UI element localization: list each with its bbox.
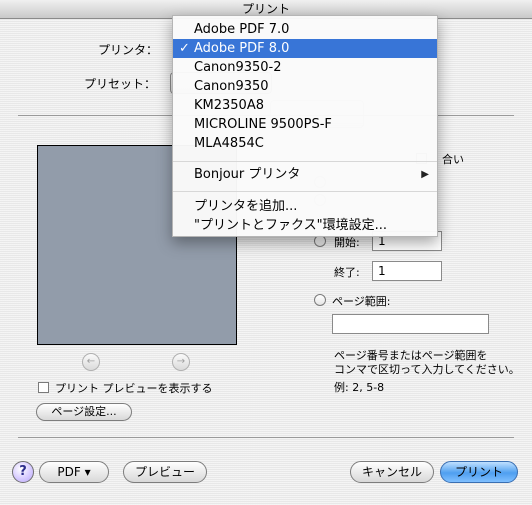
printer-menu-item[interactable]: Canon9350-2 xyxy=(173,58,437,77)
page-setup-button[interactable]: ページ設定... xyxy=(36,403,132,421)
page-range-example: 例: 2, 5-8 xyxy=(334,381,385,394)
bottom-separator xyxy=(18,437,514,438)
show-preview-label: プリント プレビューを表示する xyxy=(55,382,213,395)
preview-button[interactable]: プレビュー xyxy=(123,461,207,483)
help-button[interactable]: ? xyxy=(12,461,34,483)
printer-menu-item[interactable]: MICROLINE 9500PS-F xyxy=(173,115,437,134)
menu-separator xyxy=(173,161,437,162)
cancel-button[interactable]: キャンセル xyxy=(350,461,434,483)
checkmark-icon: ✓ xyxy=(179,41,190,56)
printer-menu-item-selected[interactable]: ✓ Adobe PDF 8.0 xyxy=(173,39,437,58)
add-printer-item[interactable]: プリンタを追加... xyxy=(173,197,437,216)
bonjour-printers-item[interactable]: Bonjour プリンタ ▶ xyxy=(173,165,437,184)
preset-label: プリセット： xyxy=(84,77,157,91)
print-dialog: プリント プリンタ： プリセット： ← → プリント プレビューを表示する ペー… xyxy=(0,0,532,505)
left-arrow-icon: ← xyxy=(86,356,96,367)
prev-page-button[interactable]: ← xyxy=(82,353,100,371)
show-preview-checkbox[interactable] xyxy=(38,382,49,393)
next-page-button[interactable]: → xyxy=(172,353,190,371)
submenu-arrow-icon: ▶ xyxy=(421,169,429,180)
printer-dropdown-menu: Adobe PDF 7.0 ✓ Adobe PDF 8.0 Canon9350-… xyxy=(172,15,438,237)
printer-menu-item[interactable]: MLA4854C xyxy=(173,134,437,153)
right-arrow-icon: → xyxy=(176,356,186,367)
to-label: 終了: xyxy=(334,266,360,279)
print-button[interactable]: プリント xyxy=(440,461,518,483)
collate-label: 合い xyxy=(442,153,464,166)
pdf-menu-button[interactable]: PDF ▾ xyxy=(39,461,109,483)
printer-menu-item[interactable]: KM2350A8 xyxy=(173,96,437,115)
page-range-label: ページ範囲: xyxy=(332,295,391,308)
print-fax-prefs-item[interactable]: "プリントとファクス"環境設定... xyxy=(173,216,437,235)
menu-separator xyxy=(173,191,437,192)
printer-menu-item[interactable]: Adobe PDF 7.0 xyxy=(173,20,437,39)
page-range-field[interactable] xyxy=(332,314,489,334)
page-range-radio[interactable] xyxy=(314,294,326,306)
printer-menu-item[interactable]: Canon9350 xyxy=(173,77,437,96)
printer-label: プリンタ： xyxy=(98,43,159,57)
page-range-help-2: コンマで区切って入力してください。 xyxy=(334,363,520,376)
to-field[interactable]: 1 xyxy=(372,261,442,281)
